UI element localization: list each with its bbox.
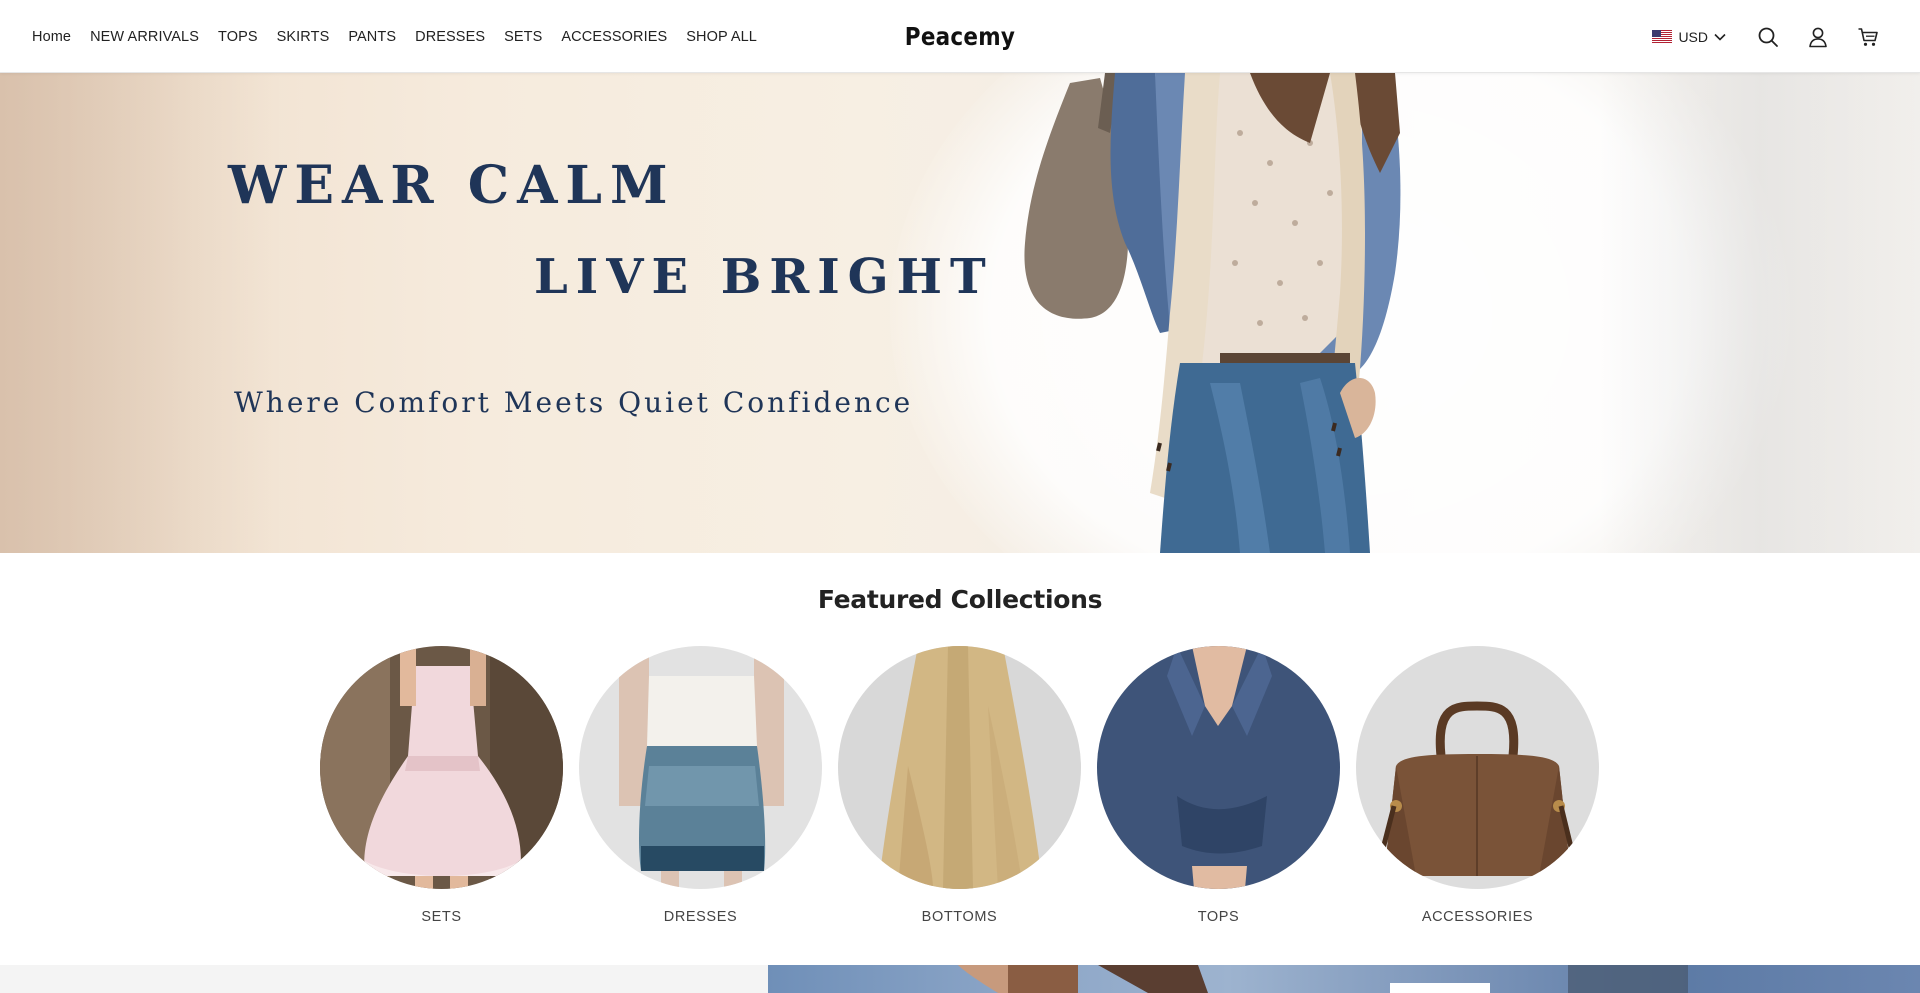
hero-tagline: Where Comfort Meets Quiet Confidence [234,386,914,419]
search-icon[interactable] [1756,25,1780,49]
nav-tops[interactable]: TOPS [218,29,258,45]
collection-label-sets[interactable]: SETS [421,909,461,925]
account-icon[interactable] [1806,25,1830,49]
hero-banner[interactable]: WEAR CALM LIVE BRIGHT Where Comfort Meet… [0,73,1920,553]
next-section-photo [958,965,1688,993]
hero-model-image [1024,73,1401,553]
collection-image-dresses[interactable] [579,646,822,889]
collection-card-bottoms[interactable]: BOTTOMS [838,646,1081,925]
next-section-left-panel [0,965,768,993]
main-nav: Home NEW ARRIVALS TOPS SKIRTS PANTS DRES… [32,0,757,73]
currency-label: USD [1678,28,1708,45]
brand-logo[interactable]: Peacemy [905,22,1015,51]
hero-backdrop-right [1600,73,1920,553]
nav-shop-all[interactable]: SHOP ALL [686,29,757,45]
hero-headline-1: WEAR CALM [228,155,676,216]
header-actions: USD [1652,0,1880,73]
collection-card-dresses[interactable]: DRESSES [579,646,822,925]
nav-dresses[interactable]: DRESSES [415,29,485,45]
featured-collections-title: Featured Collections [817,585,1103,614]
collection-image-tops[interactable] [1097,646,1340,889]
nav-pants[interactable]: PANTS [348,29,396,45]
collection-label-tops[interactable]: TOPS [1198,909,1240,925]
collection-image-accessories[interactable] [1356,646,1599,889]
cart-icon[interactable] [1856,25,1880,49]
next-section-banner-image[interactable] [768,965,1920,993]
collection-image-sets[interactable] [320,646,563,889]
collection-image-bottoms[interactable] [838,646,1081,889]
site-header: Home NEW ARRIVALS TOPS SKIRTS PANTS DRES… [0,0,1920,73]
hero-backdrop-left [0,73,280,553]
collection-card-tops[interactable]: TOPS [1097,646,1340,925]
featured-collections-list: SETS DRESSES BOTTOMS TOPS ACCESSORIES [320,646,1599,925]
nav-accessories[interactable]: ACCESSORIES [561,29,667,45]
nav-sets[interactable]: SETS [504,29,542,45]
chevron-down-icon [1714,33,1726,41]
nav-new-arrivals[interactable]: NEW ARRIVALS [90,29,199,45]
currency-selector[interactable]: USD [1652,29,1726,45]
us-flag-icon [1652,30,1673,43]
nav-skirts[interactable]: SKIRTS [277,29,330,45]
collection-card-sets[interactable]: SETS [320,646,563,925]
collection-label-dresses[interactable]: DRESSES [664,909,738,925]
collection-label-bottoms[interactable]: BOTTOMS [922,909,998,925]
collection-label-accessories[interactable]: ACCESSORIES [1422,909,1533,925]
hero-headline-2: LIVE BRIGHT [534,249,994,305]
nav-home[interactable]: Home [32,29,71,45]
collection-card-accessories[interactable]: ACCESSORIES [1356,646,1599,925]
